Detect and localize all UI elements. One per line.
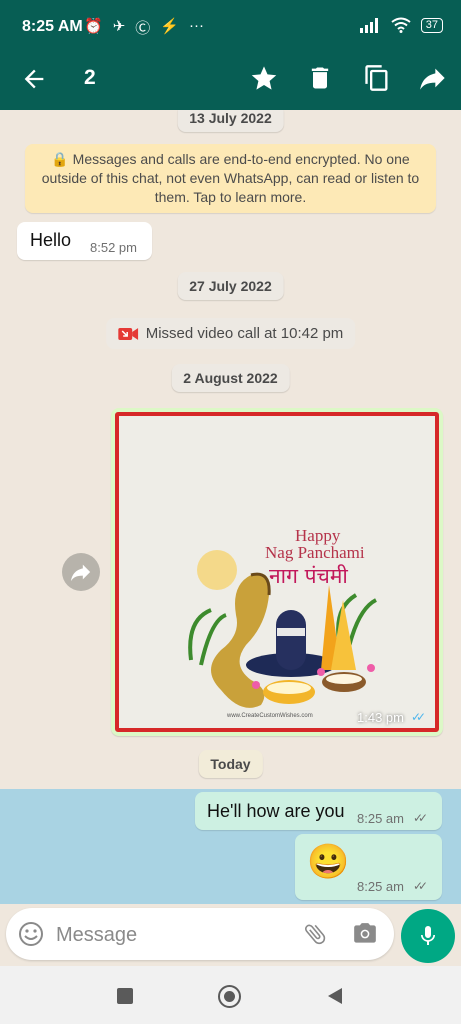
image-message[interactable]: Happy Nag Panchami नाग पंचमी www.CreateC… — [111, 408, 443, 736]
message-text: He'll how are you — [207, 801, 345, 821]
nag-panchami-image[interactable]: Happy Nag Panchami नाग पंचमी www.CreateC… — [115, 412, 439, 732]
wifi-icon — [391, 17, 411, 33]
battery-icon: 37 — [420, 17, 443, 33]
lock-icon: 🔒 — [51, 151, 69, 167]
date-chip: 2 August 2022 — [171, 364, 290, 392]
status-time: 8:25 AM — [22, 18, 83, 35]
camera-icon[interactable] — [352, 921, 378, 947]
message-input[interactable]: Message — [56, 924, 137, 947]
attach-icon[interactable] — [302, 921, 328, 947]
emoji-icon[interactable] — [18, 921, 44, 947]
mic-button[interactable] — [401, 909, 455, 963]
status-right: 37 — [359, 17, 443, 33]
incoming-message[interactable]: Hello 8:52 pm — [17, 222, 152, 260]
outgoing-message[interactable]: 😀 8:25 am ✓✓ — [295, 834, 442, 900]
forward-shortcut-button[interactable] — [62, 553, 100, 591]
back-arrow-icon[interactable] — [20, 65, 48, 93]
read-ticks-icon: ✓✓ — [411, 710, 426, 724]
recents-button[interactable] — [117, 988, 133, 1004]
more-icon: ··· — [188, 17, 204, 34]
forward-icon — [70, 564, 91, 582]
image-watermark: www.CreateCustomWishes.com — [227, 713, 313, 719]
system-navigation-bar — [0, 966, 461, 1024]
c-icon: Ⓒ — [135, 20, 151, 37]
mic-icon — [421, 926, 435, 945]
signal-icon — [359, 18, 378, 33]
snake-shivling-illustration — [188, 550, 378, 708]
read-ticks-icon: ✓✓ — [413, 879, 428, 893]
delete-icon[interactable] — [306, 64, 334, 92]
alarm-icon: ⏰ — [84, 18, 103, 35]
send-icon: ✈ — [112, 18, 126, 35]
chat-area[interactable]: 13 July 2022 🔒 Messages and calls are en… — [0, 110, 461, 904]
home-button[interactable] — [218, 985, 241, 1008]
copy-icon[interactable] — [363, 64, 391, 92]
selection-toolbar: 2 — [0, 56, 461, 110]
date-chip: 27 July 2022 — [177, 272, 284, 300]
message-text: Hello — [30, 230, 72, 250]
encryption-notice[interactable]: 🔒 Messages and calls are end-to-end encr… — [25, 144, 436, 213]
home-button-dot — [223, 990, 235, 1002]
status-bar: 8:25 AM ⏰ ✈ Ⓒ ⚡ ··· 37 — [0, 0, 461, 56]
date-chip: 13 July 2022 — [177, 110, 284, 132]
forward-icon[interactable] — [419, 64, 447, 92]
message-time: 8:52 pm — [90, 240, 137, 255]
encryption-text: Messages and calls are end-to-end encryp… — [41, 151, 420, 205]
message-time: 8:25 am — [357, 879, 404, 894]
outgoing-message[interactable]: He'll how are you 8:25 am ✓✓ — [195, 792, 442, 830]
notification-icons: ⏰ ✈ Ⓒ ⚡ ··· — [84, 17, 204, 38]
message-time: 8:25 am — [357, 811, 404, 826]
missed-call-notice[interactable]: Missed video call at 10:42 pm — [105, 318, 356, 349]
date-chip: Today — [198, 750, 263, 778]
missed-video-call-icon — [117, 327, 138, 340]
back-button[interactable] — [326, 987, 344, 1005]
message-composer: Message — [6, 908, 394, 960]
read-ticks-icon: ✓✓ — [413, 811, 428, 825]
selected-count: 2 — [84, 66, 96, 89]
message-time: 1:43 pm — [357, 710, 404, 725]
messenger-icon: ⚡ — [160, 18, 179, 35]
star-icon[interactable] — [250, 64, 278, 92]
emoji-message: 😀 — [307, 843, 350, 881]
missed-call-text: Missed video call at 10:42 pm — [145, 325, 344, 342]
